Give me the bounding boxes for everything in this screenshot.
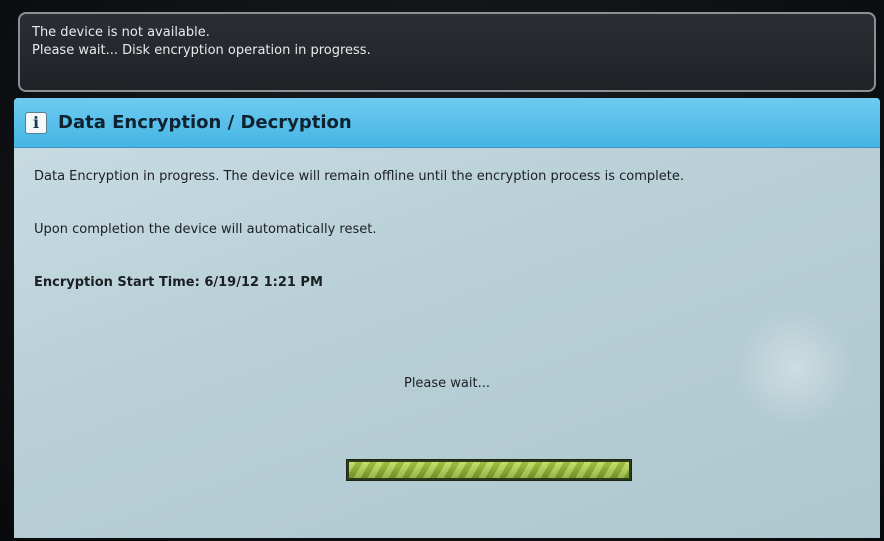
status-line-2: Please wait... Disk encryption operation… — [32, 43, 371, 58]
panel-title: Data Encryption / Decryption — [58, 112, 352, 133]
encryption-start-time: Encryption Start Time: 6/19/12 1:21 PM — [34, 275, 323, 290]
info-icon: i — [25, 112, 47, 134]
encryption-message: Data Encryption in progress. The device … — [34, 169, 684, 184]
encryption-panel: i Data Encryption / Decryption Data Encr… — [14, 98, 880, 538]
reset-message: Upon completion the device will automati… — [34, 222, 377, 237]
progress-fill — [349, 462, 629, 478]
progress-bar — [346, 459, 632, 481]
status-bar: The device is not available. Please wait… — [18, 12, 876, 92]
status-line-1: The device is not available. — [32, 25, 210, 40]
please-wait-text: Please wait... — [403, 376, 491, 391]
screen-glare — [734, 308, 854, 428]
panel-header: i Data Encryption / Decryption — [14, 98, 880, 148]
